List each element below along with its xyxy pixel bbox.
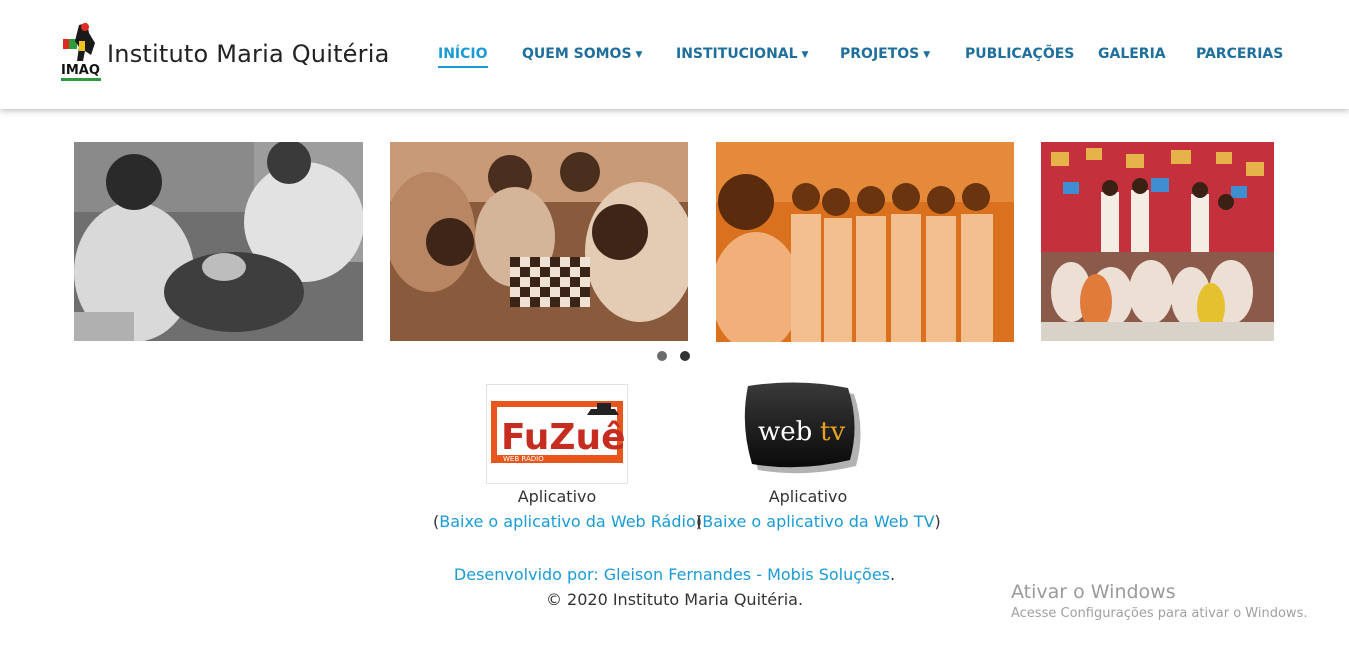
web-tv-logo-text-tv: tv [820,417,845,447]
radio-app-caption: Aplicativo [517,487,597,506]
site-title[interactable]: Instituto Maria Quitéria [107,40,390,68]
nav-parcerias-label: PARCERIAS [1196,46,1284,62]
web-tv-logo[interactable]: web tv [740,382,868,474]
web-tv-logo-text-web: web [758,417,812,447]
nav-institucional[interactable]: INSTITUCIONAL ▼ [676,46,808,62]
nav-publicacoes[interactable]: PUBLICAÇÕES [965,46,1074,62]
nav-inicio-label: INÍCIO [438,46,488,62]
nav-galeria-label: GALERIA [1098,46,1166,62]
site-header: IMAQ Instituto Maria Quitéria INÍCIO QUE… [0,0,1349,109]
chevron-down-icon: ▼ [801,50,809,60]
radio-app-link-line: (Baixe o aplicativo da Web Rádio) [433,512,702,531]
chevron-down-icon: ▼ [635,50,643,60]
fuzue-logo-text: FuZuê [501,417,626,458]
chevron-down-icon: ▼ [923,50,931,60]
download-web-radio-app-link[interactable]: Baixe o aplicativo da Web Rádio [439,512,696,531]
fuzue-web-radio-logo[interactable]: FuZuê WEB RÁDIO [486,384,628,484]
nav-projetos[interactable]: PROJETOS ▼ [840,46,930,62]
developer-suffix: . [890,565,896,584]
nav-quem-somos[interactable]: QUEM SOMOS ▼ [522,46,642,62]
nav-publicacoes-label: PUBLICAÇÕES [965,46,1075,62]
nav-institucional-label: INSTITUCIONAL [676,46,798,62]
tv-close-paren: ) [934,512,941,531]
windows-activation-subtitle: Acesse Configurações para ativar o Windo… [1011,606,1308,621]
carousel-slide-kids-chess[interactable] [390,142,688,341]
fuzue-logo-subtitle: WEB RÁDIO [503,454,544,463]
carousel-slide-children-planting[interactable] [74,142,363,341]
carousel-indicator-1[interactable] [657,351,667,361]
nav-galeria[interactable]: GALERIA [1098,46,1166,62]
carousel-slide-group-performance[interactable] [1041,142,1274,341]
logo-text: IMAQ [61,63,100,78]
nav-parcerias[interactable]: PARCERIAS [1196,46,1283,62]
developer-link[interactable]: Desenvolvido por: Gleison Fernandes - Mo… [454,565,890,584]
nav-inicio[interactable]: INÍCIO [438,46,488,68]
imaq-logo[interactable]: IMAQ [59,21,105,85]
windows-activation-title: Ativar o Windows [1011,581,1176,603]
nav-projetos-label: PROJETOS [840,46,920,62]
carousel-indicator-2[interactable] [680,351,690,361]
carousel-slide-women-group[interactable] [716,142,1014,342]
nav-quem-somos-label: QUEM SOMOS [522,46,632,62]
tv-app-caption: Aplicativo [768,487,848,506]
download-web-tv-app-link[interactable]: Baixe o aplicativo da Web TV [702,512,934,531]
tv-app-link-line: (Baixe o aplicativo da Web TV) [696,512,941,531]
